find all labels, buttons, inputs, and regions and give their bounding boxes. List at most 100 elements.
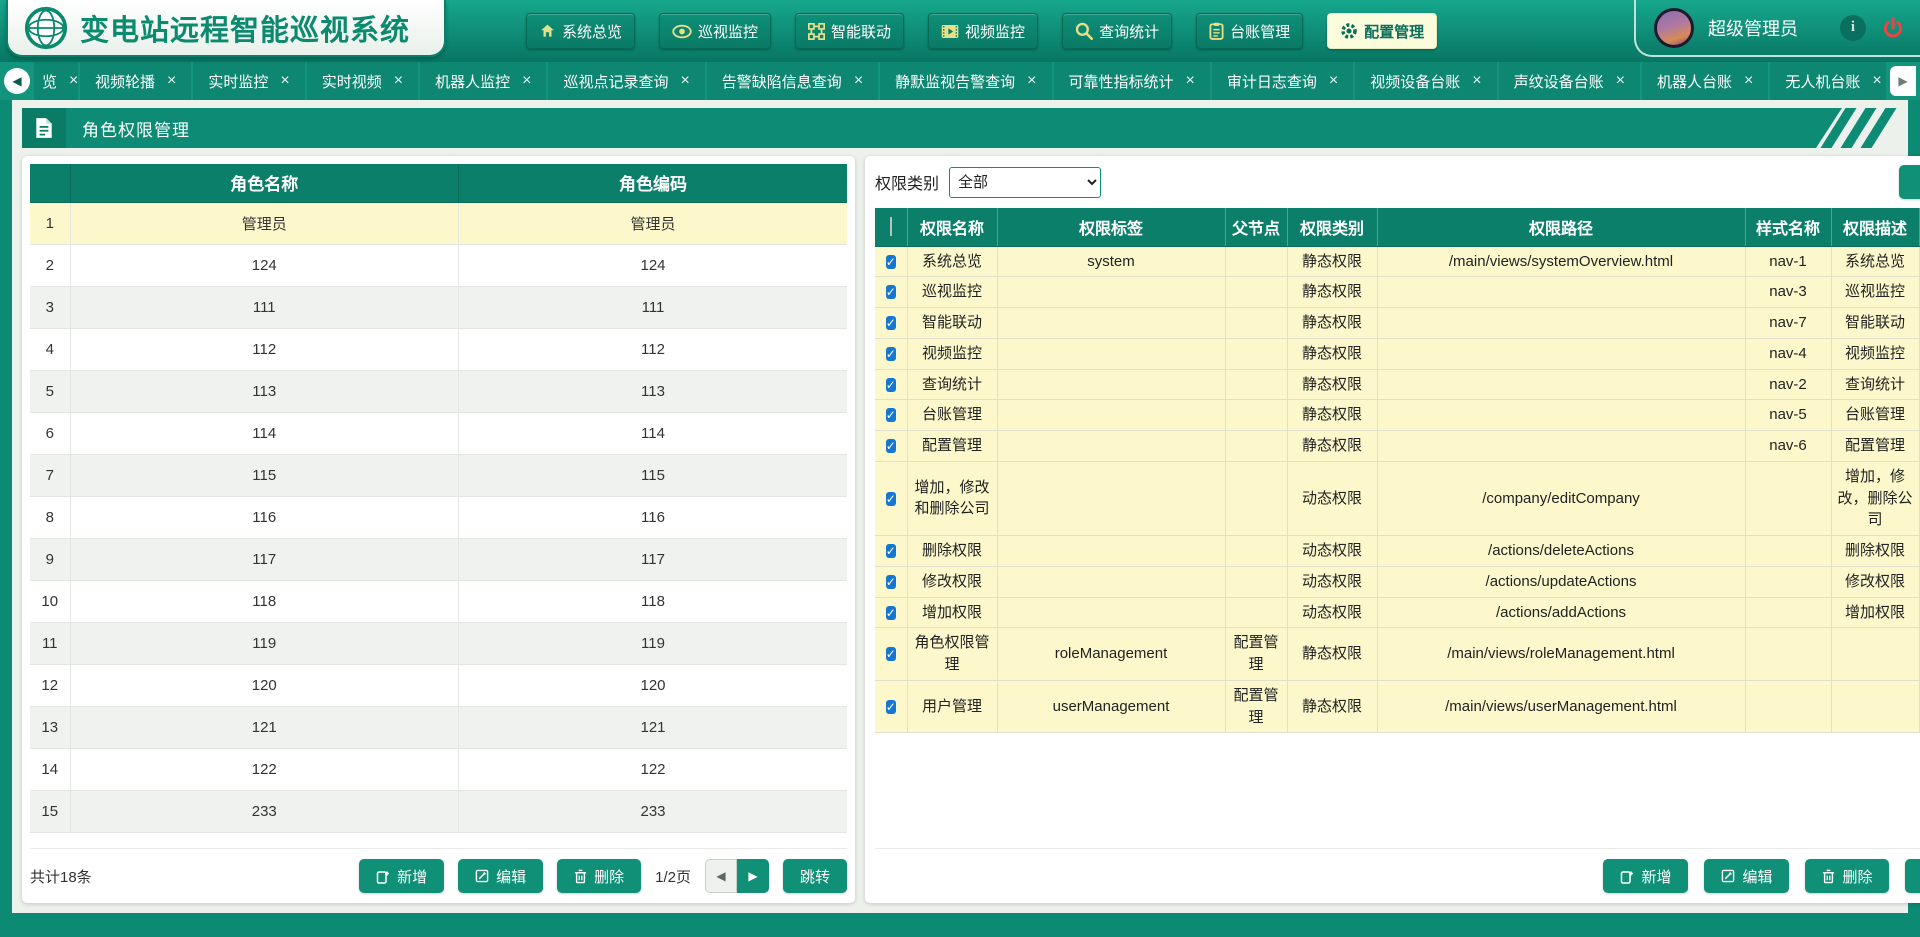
close-icon[interactable]: × — [280, 73, 289, 89]
permission-save-button[interactable]: 保存 — [1905, 859, 1920, 893]
search-button[interactable]: 查询 — [1899, 165, 1920, 199]
tab-label: 览 — [42, 71, 57, 92]
tab-机器人监控[interactable]: 机器人监控× — [420, 62, 546, 100]
role-edit-button[interactable]: 编辑 — [458, 859, 543, 893]
tabs-scroll-right-button[interactable]: ▶ — [1890, 66, 1916, 96]
role-row[interactable]: 14122122 — [30, 748, 847, 790]
row-checkbox[interactable]: ✓ — [886, 285, 896, 299]
role-row[interactable]: 4112112 — [30, 328, 847, 370]
tab-览[interactable]: 览× — [34, 62, 78, 100]
permission-edit-button[interactable]: 编辑 — [1704, 859, 1789, 893]
permission-path — [1377, 308, 1745, 339]
avatar[interactable] — [1654, 8, 1694, 48]
role-row[interactable]: 2124124 — [30, 244, 847, 286]
close-icon[interactable]: × — [1186, 73, 1195, 89]
role-row[interactable]: 3111111 — [30, 286, 847, 328]
nav-button-eye[interactable]: 巡视监控 — [659, 13, 771, 49]
row-checkbox[interactable]: ✓ — [886, 316, 896, 330]
role-add-button[interactable]: 新增 — [359, 859, 444, 893]
nav-button-link[interactable]: 智能联动 — [795, 13, 904, 49]
tab-可靠性指标统计[interactable]: 可靠性指标统计× — [1054, 62, 1210, 100]
row-checkbox[interactable]: ✓ — [886, 378, 896, 392]
tabs-scroll-left-button[interactable]: ◀ — [4, 68, 30, 94]
jump-page-button[interactable]: 跳转 — [783, 859, 847, 893]
tab-实时视频[interactable]: 实时视频× — [307, 62, 418, 100]
logout-icon[interactable] — [1880, 15, 1906, 41]
info-icon[interactable]: i — [1840, 15, 1866, 41]
close-icon[interactable]: × — [167, 73, 176, 89]
role-code: 113 — [459, 370, 848, 412]
permission-row[interactable]: ✓视频监控静态权限nav-4视频监控4 — [875, 338, 1920, 369]
prev-page-button[interactable]: ◀ — [705, 859, 737, 893]
nav-button-search[interactable]: 查询统计 — [1062, 13, 1172, 49]
row-checkbox[interactable]: ✓ — [886, 700, 896, 714]
close-icon[interactable]: × — [1329, 73, 1338, 89]
permission-add-button[interactable]: 新增 — [1603, 859, 1688, 893]
tab-机器人台账[interactable]: 机器人台账× — [1642, 62, 1768, 100]
row-checkbox[interactable]: ✓ — [886, 439, 896, 453]
row-checkbox[interactable]: ✓ — [886, 575, 896, 589]
film-icon — [941, 24, 959, 39]
role-row[interactable]: 8116116 — [30, 496, 847, 538]
row-checkbox[interactable]: ✓ — [886, 408, 896, 422]
nav-button-gear[interactable]: 配置管理 — [1327, 13, 1437, 49]
permission-row[interactable]: ✓用户管理userManagement配置管理静态权限/main/views/u… — [875, 680, 1920, 733]
permission-row[interactable]: ✓修改权限动态权限/actions/updateActions修改权限10 — [875, 566, 1920, 597]
nav-button-film[interactable]: 视频监控 — [928, 13, 1038, 49]
role-row[interactable]: 12120120 — [30, 664, 847, 706]
permission-delete-button[interactable]: 删除 — [1805, 859, 1889, 893]
close-icon[interactable]: × — [1472, 73, 1481, 89]
nav-button-home[interactable]: 系统总览 — [526, 13, 635, 49]
row-checkbox[interactable]: ✓ — [886, 347, 896, 361]
role-row[interactable]: 9117117 — [30, 538, 847, 580]
tab-声纹设备台账[interactable]: 声纹设备台账× — [1499, 62, 1640, 100]
tab-告警缺陷信息查询[interactable]: 告警缺陷信息查询× — [707, 62, 878, 100]
close-icon[interactable]: × — [522, 73, 531, 89]
role-row[interactable]: 1管理员管理员 — [30, 202, 847, 244]
tab-巡视点记录查询[interactable]: 巡视点记录查询× — [548, 62, 704, 100]
role-row[interactable]: 6114114 — [30, 412, 847, 454]
tab-无人机台账[interactable]: 无人机台账× — [1770, 62, 1886, 100]
role-delete-button[interactable]: 删除 — [557, 859, 641, 893]
tab-视频轮播[interactable]: 视频轮播× — [80, 62, 191, 100]
tab-静默监视告警查询[interactable]: 静默监视告警查询× — [880, 62, 1051, 100]
close-icon[interactable]: × — [1027, 73, 1036, 89]
tab-视频设备台账[interactable]: 视频设备台账× — [1355, 62, 1496, 100]
permission-row[interactable]: ✓配置管理静态权限nav-6配置管理7 — [875, 431, 1920, 462]
role-row[interactable]: 10118118 — [30, 580, 847, 622]
permission-name: 智能联动 — [907, 308, 997, 339]
row-checkbox[interactable]: ✓ — [886, 606, 896, 620]
role-row[interactable]: 7115115 — [30, 454, 847, 496]
role-row[interactable]: 15233233 — [30, 790, 847, 832]
permission-row[interactable]: ✓智能联动静态权限nav-7智能联动3 — [875, 308, 1920, 339]
select-all-checkbox[interactable] — [890, 217, 892, 236]
permission-row[interactable]: ✓巡视监控静态权限nav-3巡视监控2 — [875, 277, 1920, 308]
role-row[interactable]: 13121121 — [30, 706, 847, 748]
permission-row[interactable]: ✓角色权限管理roleManagement配置管理静态权限/main/views… — [875, 628, 1920, 681]
row-checkbox[interactable]: ✓ — [886, 492, 896, 506]
row-checkbox[interactable]: ✓ — [886, 647, 896, 661]
nav-button-clipboard[interactable]: 台账管理 — [1196, 13, 1303, 49]
permission-row[interactable]: ✓删除权限动态权限/actions/deleteActions删除权限9 — [875, 536, 1920, 567]
permission-row[interactable]: ✓查询统计静态权限nav-2查询统计5 — [875, 369, 1920, 400]
close-icon[interactable]: × — [1616, 73, 1625, 89]
close-icon[interactable]: × — [394, 73, 403, 89]
role-row[interactable]: 11119119 — [30, 622, 847, 664]
close-icon[interactable]: × — [1872, 73, 1881, 89]
permission-row[interactable]: ✓增加权限动态权限/actions/addActions增加权限11 — [875, 597, 1920, 628]
permission-row[interactable]: ✓增加，修改和删除公司动态权限/company/editCompany增加，修改… — [875, 461, 1920, 535]
tab-审计日志查询[interactable]: 审计日志查询× — [1212, 62, 1353, 100]
user-panel: 超级管理员 i — [1634, 0, 1920, 57]
permission-row[interactable]: ✓台账管理静态权限nav-5台账管理6 — [875, 400, 1920, 431]
close-icon[interactable]: × — [1744, 73, 1753, 89]
row-checkbox[interactable]: ✓ — [886, 544, 896, 558]
close-icon[interactable]: × — [69, 73, 78, 89]
tab-实时监控[interactable]: 实时监控× — [193, 62, 304, 100]
close-icon[interactable]: × — [854, 73, 863, 89]
permission-type-select[interactable]: 全部 — [949, 167, 1101, 198]
row-checkbox[interactable]: ✓ — [886, 255, 896, 269]
role-row[interactable]: 5113113 — [30, 370, 847, 412]
close-icon[interactable]: × — [680, 73, 689, 89]
next-page-button[interactable]: ▶ — [737, 859, 769, 893]
permission-row[interactable]: ✓系统总览system静态权限/main/views/systemOvervie… — [875, 246, 1920, 277]
